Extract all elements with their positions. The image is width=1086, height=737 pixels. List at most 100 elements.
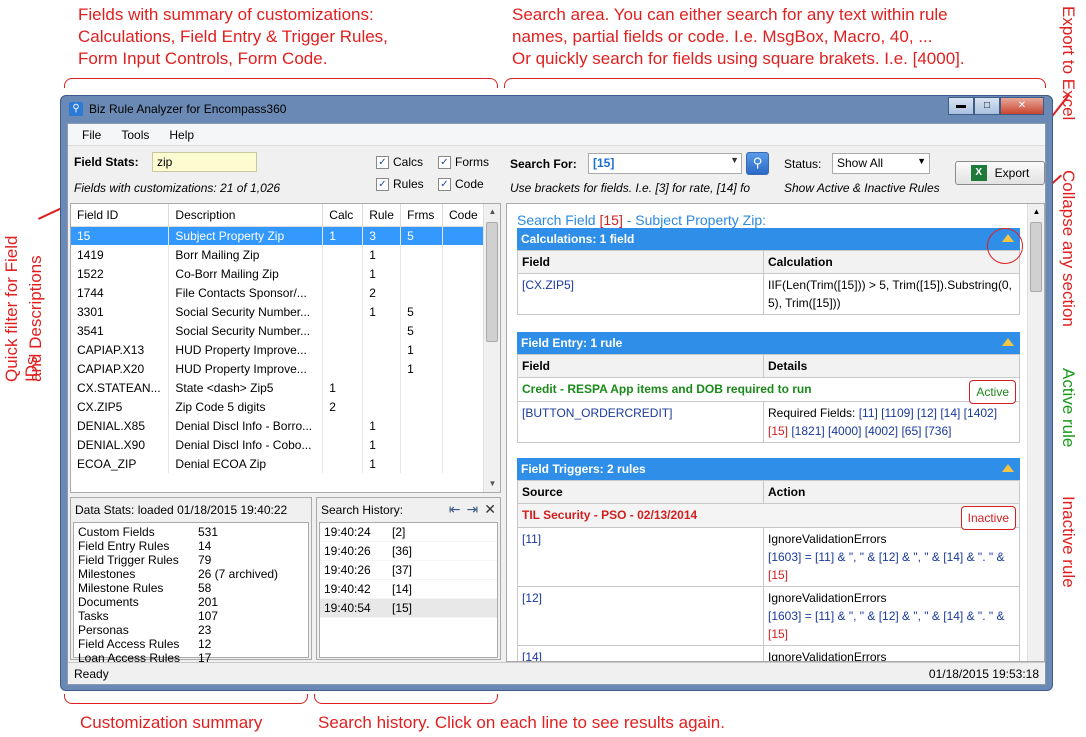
col-rule[interactable]: Rule [362, 204, 402, 227]
search-history-header: Search History: ⇤ ⇥ ✕ [321, 501, 496, 518]
check-icon: ✓ [376, 177, 389, 191]
calc-field[interactable]: [CX.ZIP5] [517, 273, 764, 315]
annotation-bottom-right: Search history. Click on each line to se… [318, 713, 725, 732]
trigger-source[interactable]: [14] [517, 645, 764, 661]
field-filter-input[interactable]: zip [152, 152, 257, 172]
scroll-down-icon[interactable]: ▼ [484, 476, 500, 492]
table-row[interactable]: CX.ZIP5 Zip Code 5 digits 2 [71, 397, 485, 416]
field-triggers-header[interactable]: Field Triggers: 2 rules [517, 458, 1020, 480]
history-back-icon[interactable]: ⇤ [449, 501, 461, 518]
table-cell: Subject Property Zip [168, 226, 324, 245]
field-entry-section: Field Entry: 1 rule Field Details Credit … [517, 332, 1020, 443]
table-cell: 1 [362, 454, 402, 473]
table-cell: 1 [362, 302, 402, 321]
table-cell [442, 397, 485, 416]
results-title: Search Field [15] - Subject Property Zip… [517, 212, 767, 228]
status-select[interactable]: Show All ▼ [832, 153, 930, 174]
annotation-top-right: Search area. You can either search for a… [512, 5, 965, 68]
table-cell: CAPIAP.X13 [71, 340, 170, 359]
table-row[interactable]: 15 Subject Property Zip 1 3 5 [71, 226, 485, 245]
close-button[interactable]: ✕ [1000, 97, 1044, 115]
table-cell [400, 397, 444, 416]
table-cell [400, 454, 444, 473]
table-cell [362, 321, 402, 340]
search-button[interactable]: ⚲ [746, 152, 769, 175]
table-cell: 1 [362, 245, 402, 264]
rules-checkbox[interactable]: ✓ Rules [376, 177, 424, 191]
search-hint: Use brackets for fields. I.e. [3] for ra… [510, 181, 751, 195]
table-row[interactable]: ECOA_ZIP Denial ECOA Zip 1 [71, 454, 485, 473]
table-cell: State <dash> Zip5 [168, 378, 324, 397]
table-row[interactable]: 1744 File Contacts Sponsor/... 2 [71, 283, 485, 302]
export-button[interactable]: X Export [955, 161, 1045, 185]
list-item: Tasks 107 [78, 609, 219, 623]
forms-checkbox[interactable]: ✓ Forms [438, 155, 489, 169]
list-item[interactable]: 19:40:42 [14] [320, 580, 497, 599]
table-cell [322, 435, 364, 454]
history-forward-icon[interactable]: ⇥ [467, 501, 479, 518]
col-description[interactable]: Description [168, 204, 324, 227]
table-row[interactable]: 3301 Social Security Number... 1 5 [71, 302, 485, 321]
list-item[interactable]: 19:40:24 [2] [320, 523, 497, 542]
chevron-down-icon[interactable]: ▼ [917, 156, 926, 166]
table-cell [442, 283, 485, 302]
inactive-badge: Inactive [960, 506, 1016, 530]
menu-help[interactable]: Help [159, 128, 204, 142]
trigger-source[interactable]: [12] [517, 586, 764, 646]
scroll-up-icon[interactable]: ▲ [484, 204, 500, 220]
table-cell: 5 [400, 302, 444, 321]
minimize-button[interactable]: ▬ [948, 97, 974, 115]
chevron-down-icon[interactable]: ▼ [730, 155, 739, 165]
trigger-rule-name[interactable]: TIL Security - PSO - 02/13/2014 [522, 508, 697, 522]
field-grid-scrollbar[interactable]: ▲ ▼ [483, 204, 500, 492]
scroll-up-icon[interactable]: ▲ [1028, 204, 1044, 220]
list-item[interactable]: 19:40:26 [36] [320, 542, 497, 561]
table-cell: CX.STATEAN... [71, 378, 170, 397]
list-item[interactable]: 19:40:26 [37] [320, 561, 497, 580]
table-cell [400, 264, 444, 283]
table-cell [322, 283, 364, 302]
menu-file[interactable]: File [72, 128, 111, 142]
table-row[interactable]: DENIAL.X85 Denial Discl Info - Borro... 1 [71, 416, 485, 435]
col-calc[interactable]: Calc [322, 204, 364, 227]
history-clear-icon[interactable]: ✕ [484, 501, 496, 518]
results-scrollbar[interactable]: ▲ [1027, 204, 1044, 661]
code-checkbox[interactable]: ✓ Code [438, 177, 484, 191]
table-row[interactable]: 1419 Borr Mailing Zip 1 [71, 245, 485, 264]
search-input[interactable]: [15] ▼ [588, 153, 742, 174]
table-row[interactable]: 3541 Social Security Number... 5 [71, 321, 485, 340]
annotation-collapse-circle [987, 228, 1023, 264]
search-for-label: Search For: [510, 157, 577, 171]
col-code[interactable]: Code [442, 204, 485, 227]
field-entry-rule-name[interactable]: Credit - RESPA App items and DOB require… [522, 382, 812, 396]
table-row[interactable]: CX.STATEAN... State <dash> Zip5 1 [71, 378, 485, 397]
maximize-button[interactable]: □ [974, 97, 1000, 115]
table-row[interactable]: DENIAL.X90 Denial Discl Info - Cobo... 1 [71, 435, 485, 454]
table-cell: 1 [322, 226, 364, 245]
table-row[interactable]: CAPIAP.X20 HUD Property Improve... 1 [71, 359, 485, 378]
list-item[interactable]: 19:40:54 [15] [320, 599, 497, 618]
menu-tools[interactable]: Tools [111, 128, 159, 142]
data-stats-panel: Data Stats: loaded 01/18/2015 19:40:22 C… [70, 497, 312, 679]
annotation-inactive-rule: Inactive rule [1059, 496, 1078, 588]
scroll-thumb[interactable] [486, 222, 498, 342]
table-cell: 1522 [71, 264, 170, 283]
scroll-thumb[interactable] [1030, 222, 1042, 292]
collapse-icon[interactable] [1002, 464, 1014, 472]
table-row[interactable]: CAPIAP.X13 HUD Property Improve... 1 [71, 340, 485, 359]
calcs-checkbox[interactable]: ✓ Calcs [376, 155, 423, 169]
entry-field[interactable]: [BUTTON_ORDERCREDIT] [517, 401, 764, 443]
status-text: Ready [74, 666, 109, 681]
trigger-source[interactable]: [11] [517, 527, 764, 587]
table-cell [442, 245, 485, 264]
table-row: [11] IgnoreValidationErrors [1603] = [11] … [517, 527, 1020, 587]
table-row[interactable]: 1522 Co-Borr Mailing Zip 1 [71, 264, 485, 283]
col-frms[interactable]: Frms [400, 204, 444, 227]
field-entry-header[interactable]: Field Entry: 1 rule [517, 332, 1020, 354]
col-field-id[interactable]: Field ID [71, 204, 170, 227]
table-row: [12] IgnoreValidationErrors [1603] = [11] … [517, 586, 1020, 646]
calculations-header[interactable]: Calculations: 1 field [517, 228, 1020, 250]
collapse-icon[interactable] [1002, 338, 1014, 346]
left-pane: Field Stats: zip Fields with customizati… [68, 147, 501, 679]
excel-icon: X [970, 165, 987, 181]
